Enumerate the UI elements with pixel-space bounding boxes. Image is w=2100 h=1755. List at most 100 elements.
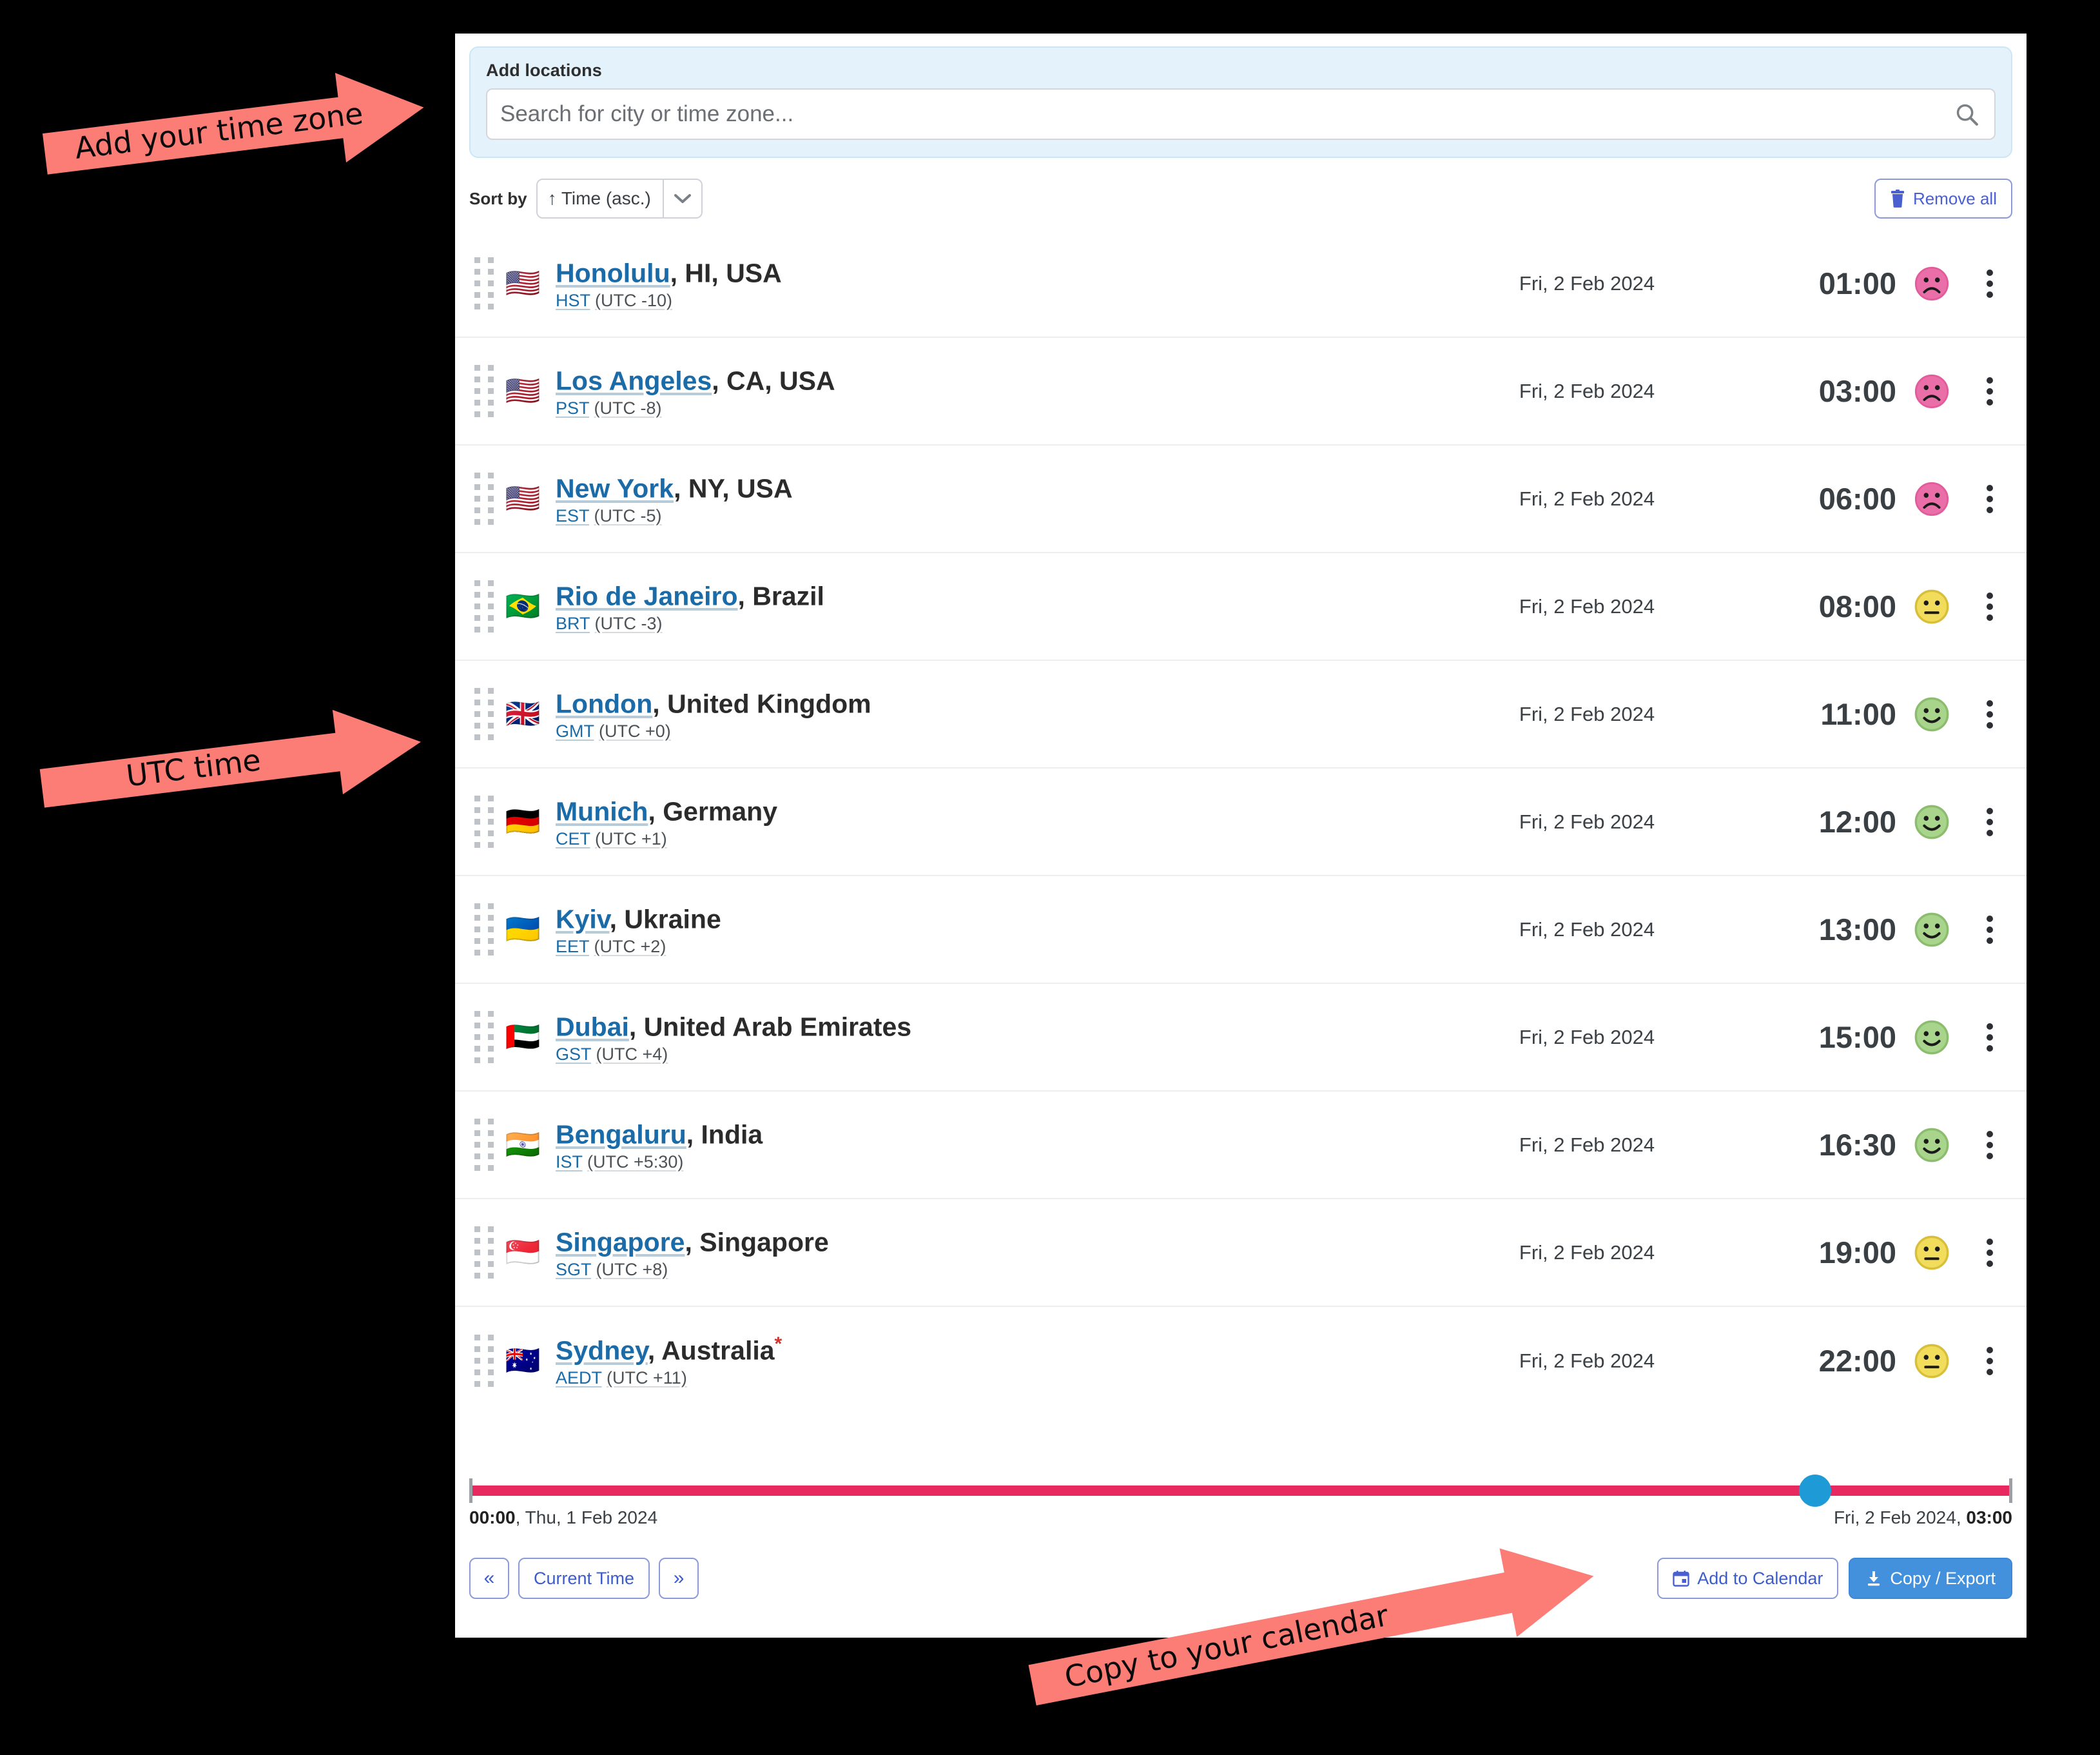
table-row[interactable]: 🇧🇷 Rio de Janeiro, Brazil BRT (UTC -3) Fri,… — [455, 553, 2027, 661]
row-time: 08:00 — [1818, 589, 1896, 623]
row-menu-button[interactable] — [1967, 1130, 2012, 1159]
timeline-track[interactable] — [469, 1475, 2012, 1507]
chevron-down-icon[interactable] — [662, 180, 701, 217]
table-row[interactable]: 🇬🇧 London, United Kingdom GMT (UTC +0) Fri,… — [455, 661, 2027, 769]
flag-united-kingdom: 🇬🇧 — [505, 697, 541, 730]
row-menu-button[interactable] — [1967, 1346, 2012, 1375]
flag-ukraine: 🇺🇦 — [505, 912, 541, 946]
row-time: 06:00 — [1818, 482, 1896, 516]
utc-offset: (UTC +11) — [607, 1368, 687, 1388]
row-menu-button[interactable] — [1967, 915, 2012, 944]
location-title: New York, NY, USA — [556, 471, 1426, 504]
timezone-abbr-link[interactable]: EST — [556, 506, 589, 525]
drag-handle-icon[interactable] — [469, 688, 499, 740]
search-input[interactable] — [487, 90, 1994, 139]
drag-handle-icon[interactable] — [469, 1226, 499, 1279]
timezone-abbr-link[interactable]: GMT — [556, 721, 594, 741]
row-date: Fri, 2 Feb 2024 — [1519, 917, 1655, 941]
drag-handle-icon[interactable] — [469, 365, 499, 417]
row-date: Fri, 2 Feb 2024 — [1519, 1133, 1655, 1156]
row-time: 19:00 — [1818, 1235, 1896, 1270]
drag-handle-icon[interactable] — [469, 473, 499, 525]
row-menu-button[interactable] — [1967, 1238, 2012, 1267]
drag-handle-icon[interactable] — [469, 257, 499, 309]
table-row[interactable]: 🇺🇸 Honolulu, HI, USA HST (UTC -10) Fri, 2 F… — [455, 230, 2027, 338]
timeline-start-label: 00:00, Thu, 1 Feb 2024 — [469, 1507, 657, 1528]
flag-usa: 🇺🇸 — [505, 374, 541, 407]
timeline-end-time: 03:00 — [1966, 1507, 2012, 1527]
row-time: 03:00 — [1818, 374, 1896, 408]
timezone-abbr-link[interactable]: EET — [556, 937, 589, 956]
next-button[interactable]: » — [659, 1558, 699, 1599]
drag-handle-icon[interactable] — [469, 903, 499, 956]
utc-offset: (UTC +0) — [599, 721, 671, 741]
row-menu-button[interactable] — [1967, 807, 2012, 836]
add-to-calendar-button[interactable]: Add to Calendar — [1657, 1558, 1839, 1599]
city-link[interactable]: Bengaluru — [556, 1119, 686, 1149]
footer-controls: « Current Time » Add to Calendar Copy / … — [469, 1558, 2012, 1599]
table-row[interactable]: 🇦🇺 Sydney, Australia* AEDT (UTC +11) Fri, 2… — [455, 1307, 2027, 1415]
timezone-abbr-link[interactable]: BRT — [556, 614, 590, 633]
row-menu-button[interactable] — [1967, 377, 2012, 406]
location-title: Dubai, United Arab Emirates — [556, 1010, 1426, 1043]
drag-handle-icon[interactable] — [469, 580, 499, 632]
row-menu-button[interactable] — [1967, 484, 2012, 513]
table-row[interactable]: 🇮🇳 Bengaluru, India IST (UTC +5:30) Fri, 2 … — [455, 1092, 2027, 1199]
utc-offset: (UTC -5) — [594, 506, 662, 526]
timezone-abbr-link[interactable]: IST — [556, 1152, 583, 1172]
remove-all-button[interactable]: Remove all — [1874, 179, 2012, 219]
sort-bar: Sort by ↑ Time (asc.) Remove all — [469, 176, 2012, 221]
row-menu-button[interactable] — [1967, 1023, 2012, 1052]
utc-offset: (UTC +5:30) — [587, 1152, 684, 1172]
drag-handle-icon[interactable] — [469, 1119, 499, 1171]
city-link[interactable]: Rio de Janeiro — [556, 581, 738, 611]
timezone-abbr-link[interactable]: CET — [556, 829, 590, 848]
region-label: , United Arab Emirates — [628, 1012, 912, 1042]
timezone-abbr-link[interactable]: SGT — [556, 1260, 591, 1279]
region-label: , Australia — [647, 1335, 775, 1366]
drag-handle-icon[interactable] — [469, 1335, 499, 1387]
city-link[interactable]: Los Angeles — [556, 366, 712, 395]
row-menu-button[interactable] — [1967, 269, 2012, 298]
utc-offset: (UTC +4) — [596, 1044, 668, 1064]
timeline-slider-handle[interactable] — [1798, 1475, 1831, 1507]
remove-all-label: Remove all — [1912, 188, 1997, 208]
timezone-abbr-link[interactable]: PST — [556, 398, 589, 418]
download-icon — [1868, 1571, 1880, 1586]
timezone-abbr-link[interactable]: GST — [556, 1044, 591, 1064]
table-row[interactable]: 🇺🇦 Kyiv, Ukraine EET (UTC +2) Fri, 2 Feb 20… — [455, 876, 2027, 984]
region-label: , NY, USA — [674, 473, 793, 504]
city-link[interactable]: Munich — [556, 796, 648, 826]
timezone-abbr-line: EST (UTC -5) — [556, 506, 1426, 526]
city-link[interactable]: Kyiv — [556, 904, 610, 934]
drag-handle-icon[interactable] — [469, 796, 499, 848]
row-menu-button[interactable] — [1967, 592, 2012, 621]
drag-handle-icon[interactable] — [469, 1011, 499, 1063]
timeline-labels: 00:00, Thu, 1 Feb 2024 Fri, 2 Feb 2024, … — [469, 1507, 2012, 1528]
flag-singapore: 🇸🇬 — [505, 1235, 541, 1269]
table-row[interactable]: 🇺🇸 Los Angeles, CA, USA PST (UTC -8) Fri, 2… — [455, 338, 2027, 446]
row-menu-button[interactable] — [1967, 700, 2012, 729]
table-row[interactable]: 🇺🇸 New York, NY, USA EST (UTC -5) Fri, 2 Fe… — [455, 446, 2027, 553]
copy-export-button[interactable]: Copy / Export — [1849, 1558, 2012, 1599]
timezone-abbr-link[interactable]: AEDT — [556, 1368, 602, 1387]
region-label: , Brazil — [737, 581, 824, 611]
row-date: Fri, 2 Feb 2024 — [1519, 1349, 1655, 1372]
timezone-abbr-link[interactable]: HST — [556, 291, 590, 310]
city-link[interactable]: London — [556, 689, 652, 718]
location-info: New York, NY, USA EST (UTC -5) — [547, 471, 1426, 527]
table-row[interactable]: 🇩🇪 Munich, Germany CET (UTC +1) Fri, 2 Feb … — [455, 769, 2027, 876]
location-info: Singapore, Singapore SGT (UTC +8) — [547, 1225, 1426, 1280]
city-link[interactable]: Dubai — [556, 1012, 629, 1041]
city-link[interactable]: Sydney — [556, 1335, 648, 1365]
sort-select[interactable]: ↑ Time (asc.) — [536, 179, 703, 219]
city-link[interactable]: Singapore — [556, 1227, 685, 1257]
table-row[interactable]: 🇦🇪 Dubai, United Arab Emirates GST (UTC +4… — [455, 984, 2027, 1092]
timezone-abbr-line: SGT (UTC +8) — [556, 1260, 1426, 1280]
search-field-wrapper[interactable] — [486, 88, 1996, 140]
current-time-button[interactable]: Current Time — [518, 1558, 650, 1599]
city-link[interactable]: New York — [556, 473, 674, 503]
table-row[interactable]: 🇸🇬 Singapore, Singapore SGT (UTC +8) Fri, 2… — [455, 1199, 2027, 1307]
previous-button[interactable]: « — [469, 1558, 509, 1599]
city-link[interactable]: Honolulu — [556, 258, 670, 288]
